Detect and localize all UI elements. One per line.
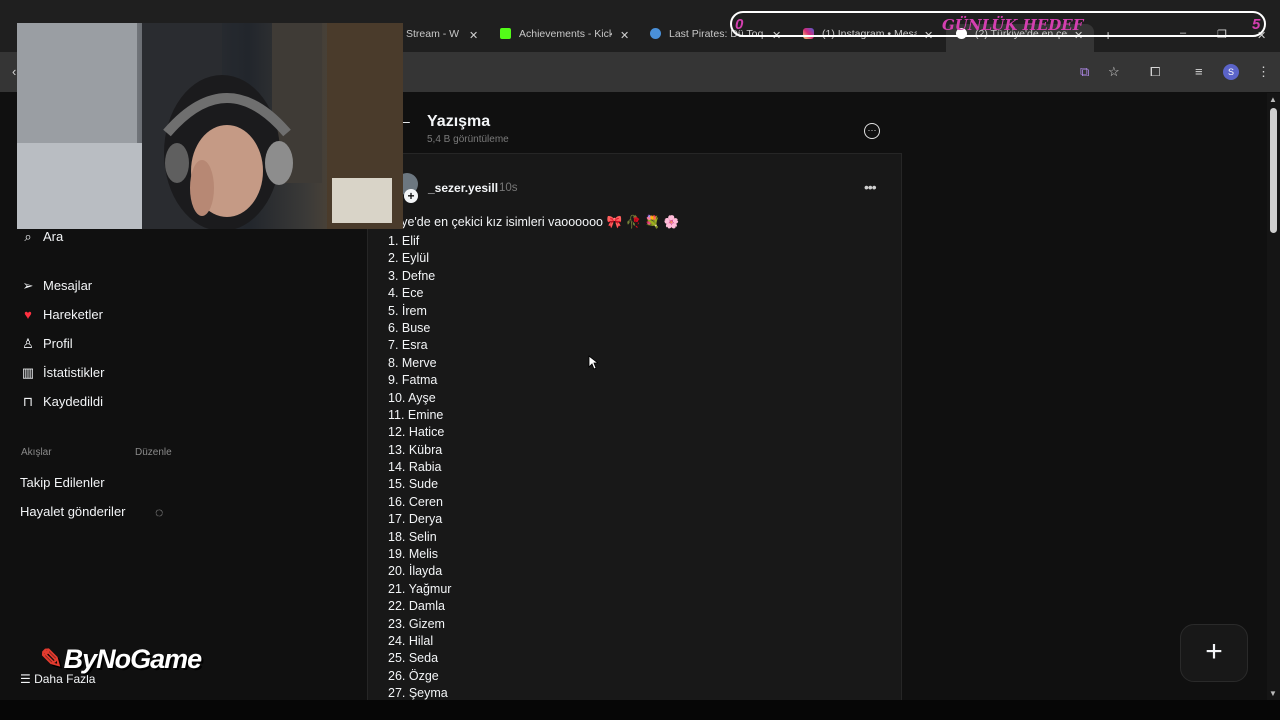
list-item: 8. Merve [388,355,437,370]
user-icon: ♙ [22,336,34,351]
sidebar-item-activity[interactable]: ♥ Hareketler [20,307,103,327]
feeds-heading: Akışlar [21,447,52,458]
menu-icon: ☰ [20,672,35,686]
list-item: 12. Hatice [388,425,445,440]
close-icon[interactable]: ✕ [620,29,629,42]
goal-title: GÜNLÜK HEDEF [942,16,1084,34]
list-item: 2. Eylül [388,251,429,266]
list-item: 20. İlayda [388,564,443,579]
goal-min-value: 0 [735,16,744,33]
logo-text: ByNoGame [63,644,203,674]
list-item: 21. Yağmur [388,581,452,596]
send-icon: ➢ [22,278,34,293]
list-item: 5. İrem [388,303,427,318]
post-menu-icon[interactable]: ••• [864,179,877,195]
back-icon[interactable]: – [402,113,410,129]
page-title: Yazışma [427,113,491,130]
bynogame-mark-icon: ✎ [40,644,63,674]
back-icon[interactable]: ‹ [12,64,16,79]
list-item: 26. Özge [388,668,439,683]
bynogame-logo: ✎ByNoGame [40,644,203,675]
feed-ghost-posts[interactable]: Hayalet gönderiler [20,504,126,519]
list-item: 7. Esra [388,338,428,353]
sidebar-item-label: Hareketler [43,307,103,322]
tab-stream[interactable]: Stream - W [406,28,462,46]
taskbar-strip [0,700,1280,720]
sidebar-item-messages[interactable]: ➢ Mesajlar [20,278,93,298]
feed-following[interactable]: Takip Edilenler [20,475,105,490]
sidebar-item-profile[interactable]: ♙ Profil [20,336,73,356]
ghost-icon: ◌ [155,504,164,520]
list-item: 24. Hilal [388,633,434,648]
list-item: 18. Selin [388,529,437,544]
list-item: 22. Damla [388,599,445,614]
extensions-icon[interactable]: ⧠ [1150,64,1160,80]
stats-icon: ▥ [21,365,35,380]
list-item: 1. Elif [388,234,420,248]
webcam-image [17,23,403,229]
sidebar-item-label: İstatistikler [43,365,105,380]
star-icon[interactable]: ☆ [1108,64,1120,80]
post-text: rkiye'de en çekici kız isimleri vaoooooo… [388,215,680,229]
close-icon[interactable]: ✕ [469,29,478,42]
list-item: 14. Rabia [388,460,442,475]
sidebar-item-insights[interactable]: ▥ İstatistikler [20,365,105,385]
bookmark-icon: ⊓ [22,394,34,409]
scroll-up-icon[interactable]: ▲ [1269,95,1277,104]
sidebar-item-search[interactable]: ⌕ Ara [20,229,63,249]
follow-plus-icon[interactable]: + [404,189,418,203]
more-options-icon[interactable]: ··· [864,123,880,139]
list-item: 13. Kübra [388,442,443,457]
list-item: 3. Defne [388,268,436,283]
list-item: 11. Emine [388,407,444,422]
media-icon[interactable]: ≡ [1195,64,1203,79]
tab-title: Stream - W [406,28,460,40]
cast-icon[interactable]: ⧉ [1080,64,1089,80]
goal-max-value: 5 [1252,16,1261,33]
edit-feeds-link[interactable]: Düzenle [135,447,172,458]
list-item: 4. Ece [388,286,424,301]
search-icon: ⌕ [24,229,32,244]
sidebar-item-label: Kaydedildi [43,394,103,409]
mouse-cursor-icon [588,355,598,370]
webcam-overlay [17,23,403,229]
post-timestamp: 10s [499,182,518,194]
tab-kick[interactable]: Achievements - Kick [500,28,612,46]
profile-avatar[interactable]: S [1223,64,1239,80]
list-item: 9. Fatma [388,373,438,388]
list-item: 25. Seda [388,651,439,666]
name-list: 1. Elif 2. Eylül 3. Defne 4. Ece 5. İrem 6. B… [388,233,451,703]
list-item: 6. Buse [388,320,431,335]
list-item: 16. Ceren [388,494,443,509]
steam-icon [650,28,661,39]
sidebar-item-saved[interactable]: ⊓ Kaydedildi [20,394,103,414]
sidebar-item-label: Mesajlar [43,278,93,293]
list-item: 15. Sude [388,477,439,492]
tab-title: Achievements - Kick [519,28,612,40]
scrollbar-thumb[interactable] [1270,108,1277,233]
new-post-button[interactable]: + [1180,624,1248,682]
kebab-menu-icon[interactable]: ⋮ [1257,64,1270,80]
heart-icon: ♥ [24,307,32,322]
kick-icon [500,28,511,39]
sidebar-item-label: Ara [43,229,64,244]
scroll-down-icon[interactable]: ▼ [1269,689,1277,698]
list-item: 19. Melis [388,547,439,562]
sidebar-item-label: Profil [43,336,73,351]
list-item: 23. Gizem [388,616,445,631]
list-item: 10. Ayşe [388,390,436,405]
post-username[interactable]: _sezer.yesill [428,181,498,195]
list-item: 17. Derya [388,512,443,527]
view-count: 5,4 B görüntüleme [427,134,509,145]
